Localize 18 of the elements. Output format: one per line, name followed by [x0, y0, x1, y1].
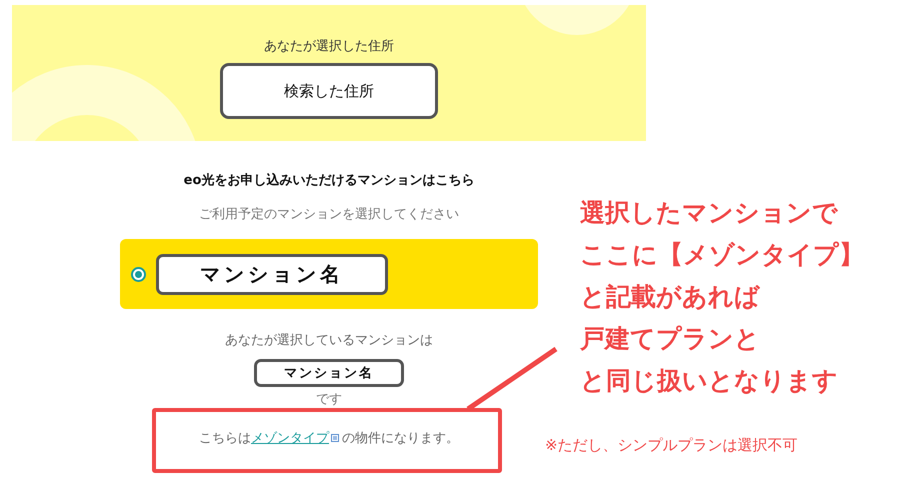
- notice-text: こちらはメゾンタイプ の物件になります。: [199, 430, 459, 447]
- annotation-text: ここに【メゾンタイプ】: [580, 239, 864, 271]
- address-value: 検索した住所: [220, 63, 438, 119]
- mansion-option[interactable]: マンション名: [120, 239, 538, 309]
- annotation-text: と同じ扱いとなります: [580, 365, 839, 397]
- section-heading: eo光をお申し込みいただけるマンションはこちら: [184, 172, 474, 189]
- suffix-text: です: [316, 393, 342, 407]
- selected-label: あなたが選択しているマンションは: [225, 332, 433, 349]
- address-label: あなたが選択した住所: [264, 38, 394, 55]
- note-text: ※ただし、シンプルプランは選択不可: [545, 436, 798, 455]
- radio-button[interactable]: [131, 266, 146, 282]
- annotation-text: 選択したマンションで: [580, 197, 839, 229]
- selected-mansion: マンション名: [254, 359, 404, 387]
- instruction-text: ご利用予定のマンションを選択してください: [199, 206, 459, 223]
- annotation-text: 戸建てプランと: [580, 323, 761, 355]
- external-link-icon: [331, 434, 339, 442]
- annotation-text: と記載があれば: [580, 281, 761, 313]
- mansion-name: マンション名: [156, 254, 388, 294]
